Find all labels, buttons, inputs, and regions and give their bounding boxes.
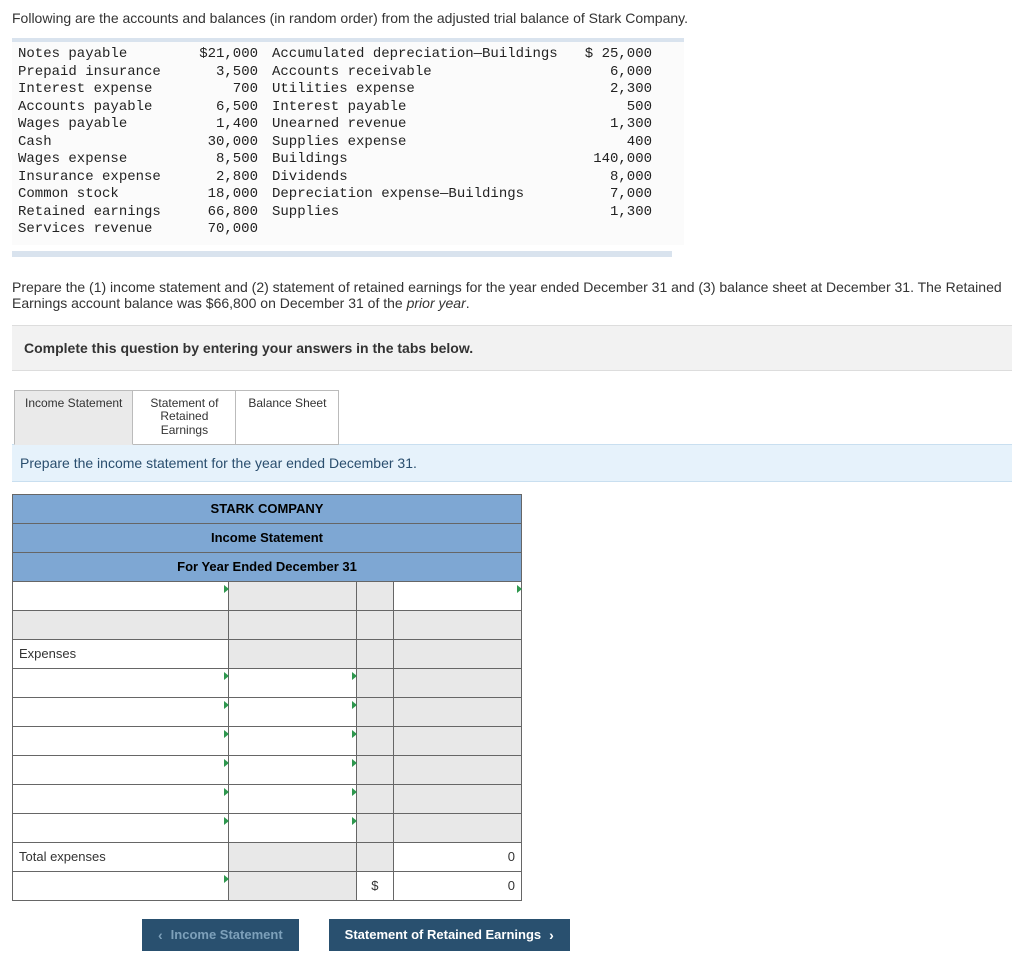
chevron-right-icon: › <box>549 927 554 943</box>
prev-label: Income Statement <box>171 927 283 942</box>
amount-input[interactable] <box>229 697 357 726</box>
cell-disabled <box>356 668 393 697</box>
cell-disabled <box>229 639 357 668</box>
tab-bar: Income Statement Statement of Retained E… <box>14 389 1012 444</box>
account-input[interactable] <box>13 755 229 784</box>
prev-button[interactable]: ‹ Income Statement <box>142 919 299 951</box>
income-statement-table: STARK COMPANY Income Statement For Year … <box>12 494 522 901</box>
net-value: 0 <box>394 871 522 900</box>
cell-disabled <box>356 755 393 784</box>
cell-disabled <box>356 639 393 668</box>
account-input[interactable] <box>13 697 229 726</box>
amount-input[interactable] <box>229 668 357 697</box>
total-expenses-value: 0 <box>394 842 522 871</box>
cell-disabled <box>229 871 357 900</box>
cell-disabled <box>356 581 393 610</box>
cell-disabled <box>229 842 357 871</box>
question-text: Prepare the (1) income statement and (2)… <box>12 279 1012 311</box>
divider <box>12 251 672 257</box>
cell-disabled <box>394 726 522 755</box>
instruction-box: Complete this question by entering your … <box>12 325 1012 371</box>
cell-disabled <box>229 581 357 610</box>
cell-disabled <box>356 842 393 871</box>
cell-disabled <box>394 813 522 842</box>
cell-disabled <box>356 813 393 842</box>
stmt-title: STARK COMPANY <box>13 494 522 523</box>
cell-disabled <box>394 697 522 726</box>
next-button[interactable]: Statement of Retained Earnings › <box>329 919 570 951</box>
tab-label: Statement of <box>150 396 218 410</box>
tab-income-statement[interactable]: Income Statement <box>14 390 133 445</box>
amount-input[interactable] <box>229 755 357 784</box>
account-input[interactable] <box>13 871 229 900</box>
cell-disabled <box>394 610 522 639</box>
tab-retained-earnings[interactable]: Statement of Retained Earnings <box>133 390 236 445</box>
account-input[interactable] <box>13 581 229 610</box>
tab-label: Earnings <box>161 423 208 437</box>
cell-disabled <box>229 610 357 639</box>
amount-input[interactable] <box>229 726 357 755</box>
stmt-period: For Year Ended December 31 <box>13 552 522 581</box>
cell-disabled <box>356 784 393 813</box>
tab-balance-sheet[interactable]: Balance Sheet <box>236 390 339 445</box>
account-input[interactable] <box>13 813 229 842</box>
cell-disabled <box>394 755 522 784</box>
cell-disabled <box>394 639 522 668</box>
cell-disabled <box>356 610 393 639</box>
total-expenses-label: Total expenses <box>13 842 229 871</box>
cell-disabled <box>356 697 393 726</box>
stmt-subtitle: Income Statement <box>13 523 522 552</box>
account-input[interactable] <box>13 726 229 755</box>
nav-buttons: ‹ Income Statement Statement of Retained… <box>142 919 1012 951</box>
account-input[interactable] <box>13 784 229 813</box>
amount-input[interactable] <box>229 813 357 842</box>
cell-disabled <box>13 610 229 639</box>
cell-disabled <box>356 726 393 755</box>
tab-label: Income Statement <box>25 396 122 410</box>
expenses-label: Expenses <box>13 639 229 668</box>
tab-label: Retained <box>160 409 208 423</box>
cell-disabled <box>394 668 522 697</box>
cell-disabled <box>394 784 522 813</box>
tab-instruction: Prepare the income statement for the yea… <box>12 444 1012 482</box>
dollar-sign: $ <box>356 871 393 900</box>
next-label: Statement of Retained Earnings <box>345 927 541 942</box>
tab-label: Balance Sheet <box>248 396 326 410</box>
amount-input[interactable] <box>229 784 357 813</box>
intro-text: Following are the accounts and balances … <box>12 10 1012 26</box>
account-input[interactable] <box>13 668 229 697</box>
chevron-left-icon: ‹ <box>158 927 163 943</box>
amount-input[interactable] <box>394 581 522 610</box>
trial-balance-table: Notes payable$21,000Accumulated deprecia… <box>12 38 684 245</box>
